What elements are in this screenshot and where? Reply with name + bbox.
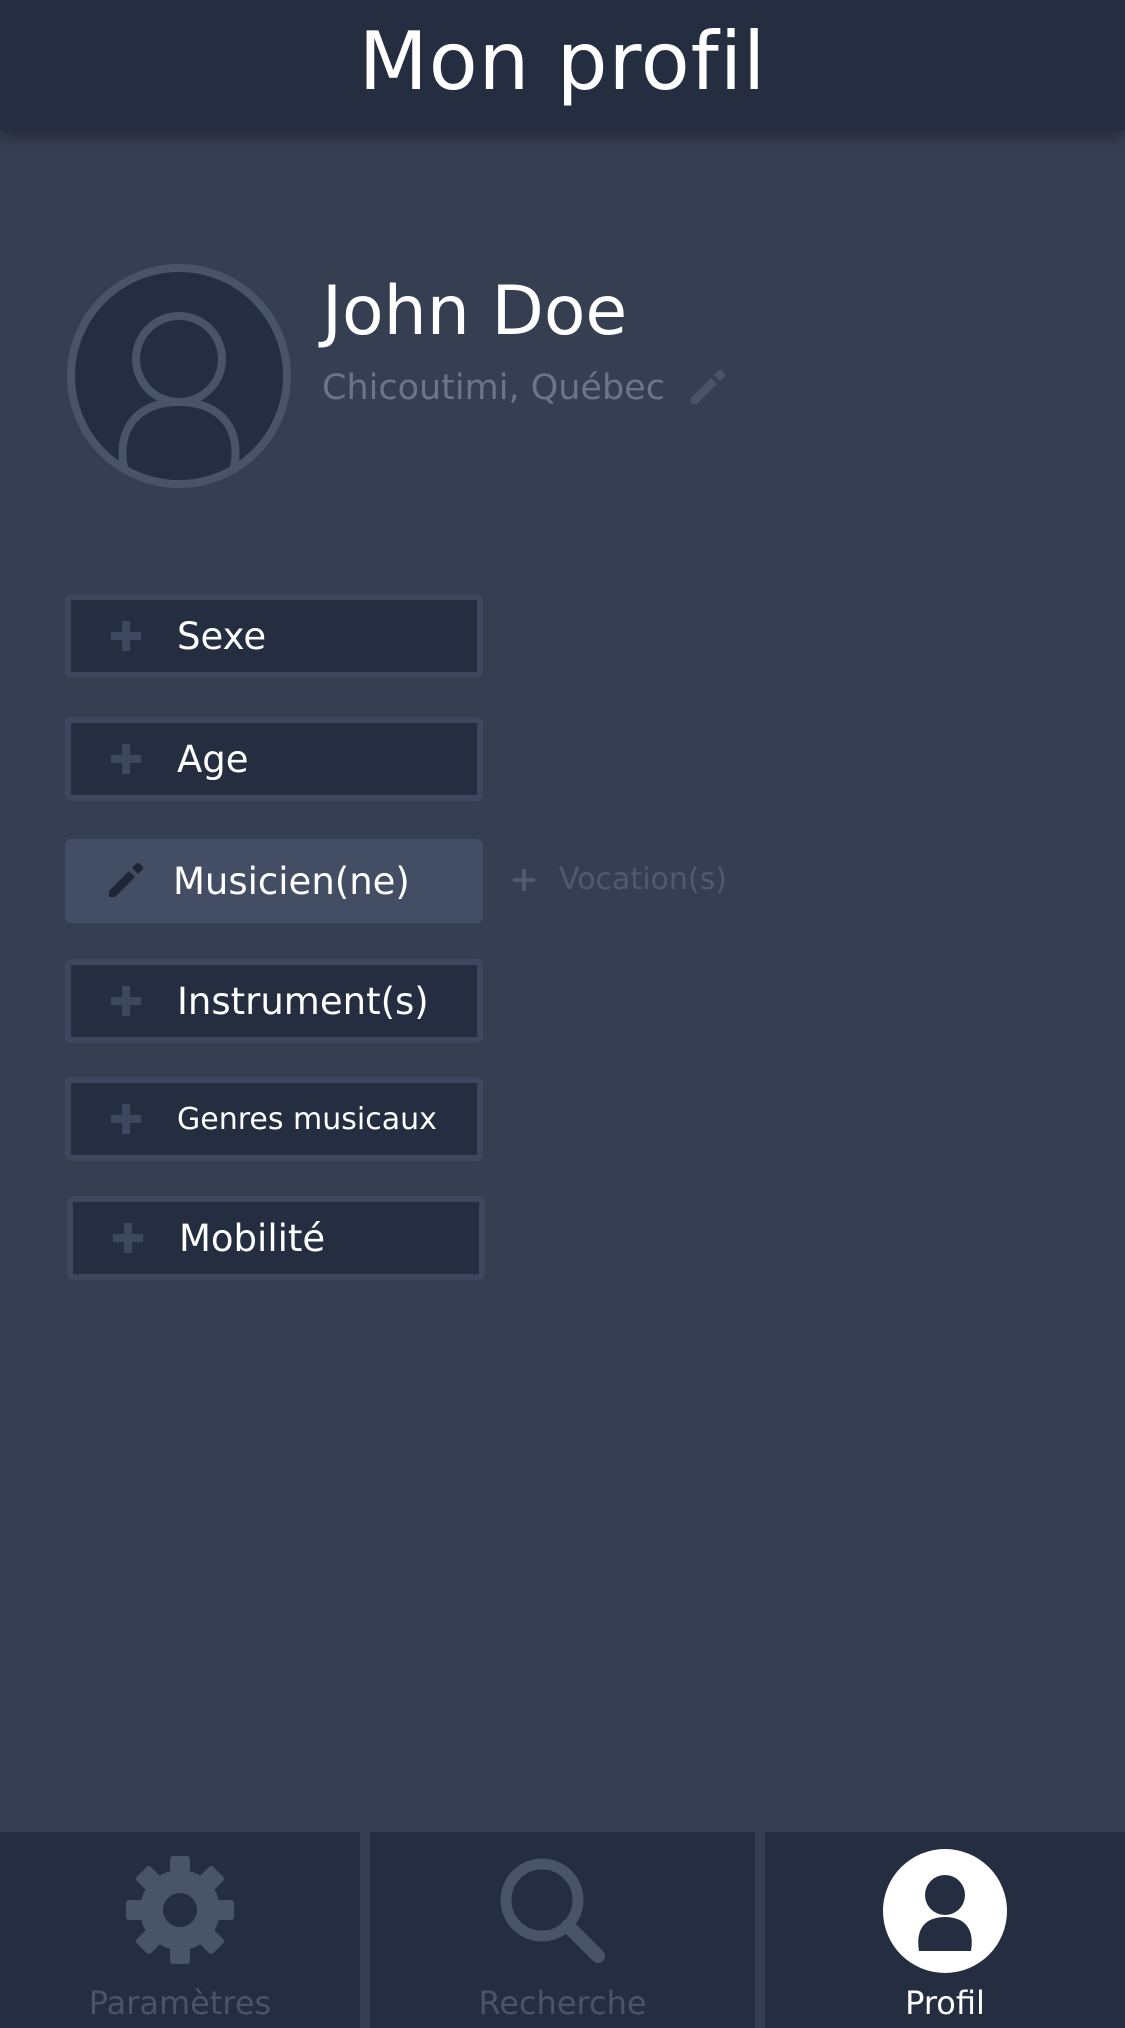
plus-icon [111, 986, 141, 1016]
plus-icon [111, 744, 141, 774]
nav-label-recherche: Recherche [478, 1984, 647, 2022]
header-bar: Mon profil [0, 0, 1125, 130]
mobilite-button[interactable]: Mobilité [67, 1196, 485, 1280]
pencil-icon [690, 370, 725, 404]
search-icon [500, 1858, 605, 1963]
user-location-row: Chicoutimi, Québec [322, 368, 727, 408]
page-title: Mon profil [358, 14, 767, 108]
edit-location-button[interactable] [687, 368, 727, 408]
genres-button[interactable]: Genres musicaux [65, 1077, 483, 1161]
nav-label-parametres: Paramètres [88, 1984, 272, 2022]
user-location: Chicoutimi, Québec [322, 368, 665, 408]
nav-divider [360, 1832, 370, 2028]
age-button[interactable]: Age [65, 717, 483, 801]
plus-icon [113, 1223, 143, 1253]
nav-item-recherche[interactable]: Recherche [370, 1832, 755, 2028]
plus-icon [513, 868, 535, 891]
musicien-label: Musicien(ne) [173, 859, 410, 903]
genres-label: Genres musicaux [177, 1101, 437, 1137]
instruments-button[interactable]: Instrument(s) [65, 959, 483, 1043]
nav-item-parametres[interactable]: Paramètres [0, 1832, 360, 2028]
pencil-icon [109, 863, 143, 897]
add-vocation-button[interactable]: Vocation(s) [513, 862, 727, 897]
bottom-nav: Paramètres Recherche Profil [0, 1832, 1125, 2028]
nav-divider [755, 1832, 765, 2028]
instruments-label: Instrument(s) [177, 979, 429, 1023]
mobilite-label: Mobilité [179, 1216, 326, 1260]
age-label: Age [177, 737, 249, 781]
user-icon [883, 1849, 1007, 1973]
musicien-button[interactable]: Musicien(ne) [65, 839, 483, 923]
vocation-label: Vocation(s) [559, 862, 727, 897]
avatar[interactable] [65, 262, 293, 490]
plus-icon [111, 621, 141, 651]
user-avatar-icon [67, 264, 291, 488]
sexe-label: Sexe [177, 614, 267, 658]
nav-item-profil[interactable]: Profil [765, 1832, 1125, 2028]
nav-label-profil: Profil [905, 1984, 985, 2022]
plus-icon [111, 1104, 141, 1134]
sexe-button[interactable]: Sexe [65, 594, 483, 678]
gear-icon [126, 1856, 234, 1964]
user-name: John Doe [322, 272, 628, 351]
